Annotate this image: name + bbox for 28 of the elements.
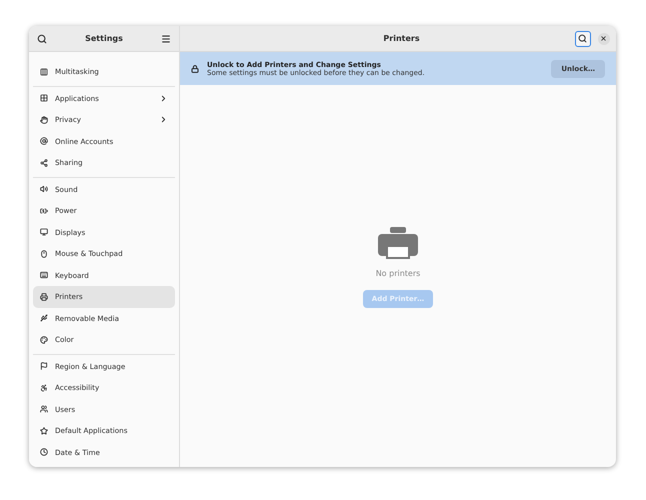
printer-icon: [40, 292, 48, 301]
clock-icon: [40, 448, 48, 456]
grid-icon: [40, 94, 48, 102]
columns-icon: [40, 68, 48, 76]
share-icon: [40, 158, 48, 167]
search-icon: [578, 34, 588, 43]
search-button[interactable]: [574, 30, 591, 46]
usb-stick-icon: [40, 314, 48, 322]
accessibility-icon: [40, 384, 48, 392]
search-icon[interactable]: [37, 34, 47, 44]
palette-icon: [40, 336, 48, 344]
close-icon: [600, 35, 608, 42]
lock-icon: [191, 64, 199, 72]
close-button[interactable]: [598, 32, 610, 44]
users-icon: [40, 405, 48, 414]
battery-icon: [40, 206, 48, 215]
mouse-icon: [40, 250, 48, 258]
flag-icon: [40, 362, 48, 370]
page-title: Printers: [383, 34, 420, 43]
monitor-icon: [40, 228, 48, 236]
menu-icon[interactable]: [160, 34, 171, 44]
keyboard-icon: [40, 271, 48, 280]
sidebar-title: Settings: [85, 34, 123, 43]
star-icon: [40, 426, 48, 435]
at-sign-icon: [40, 137, 48, 146]
hand-icon: [40, 116, 48, 124]
speaker-icon: [40, 185, 48, 194]
empty-state-text: No printers: [376, 268, 420, 278]
